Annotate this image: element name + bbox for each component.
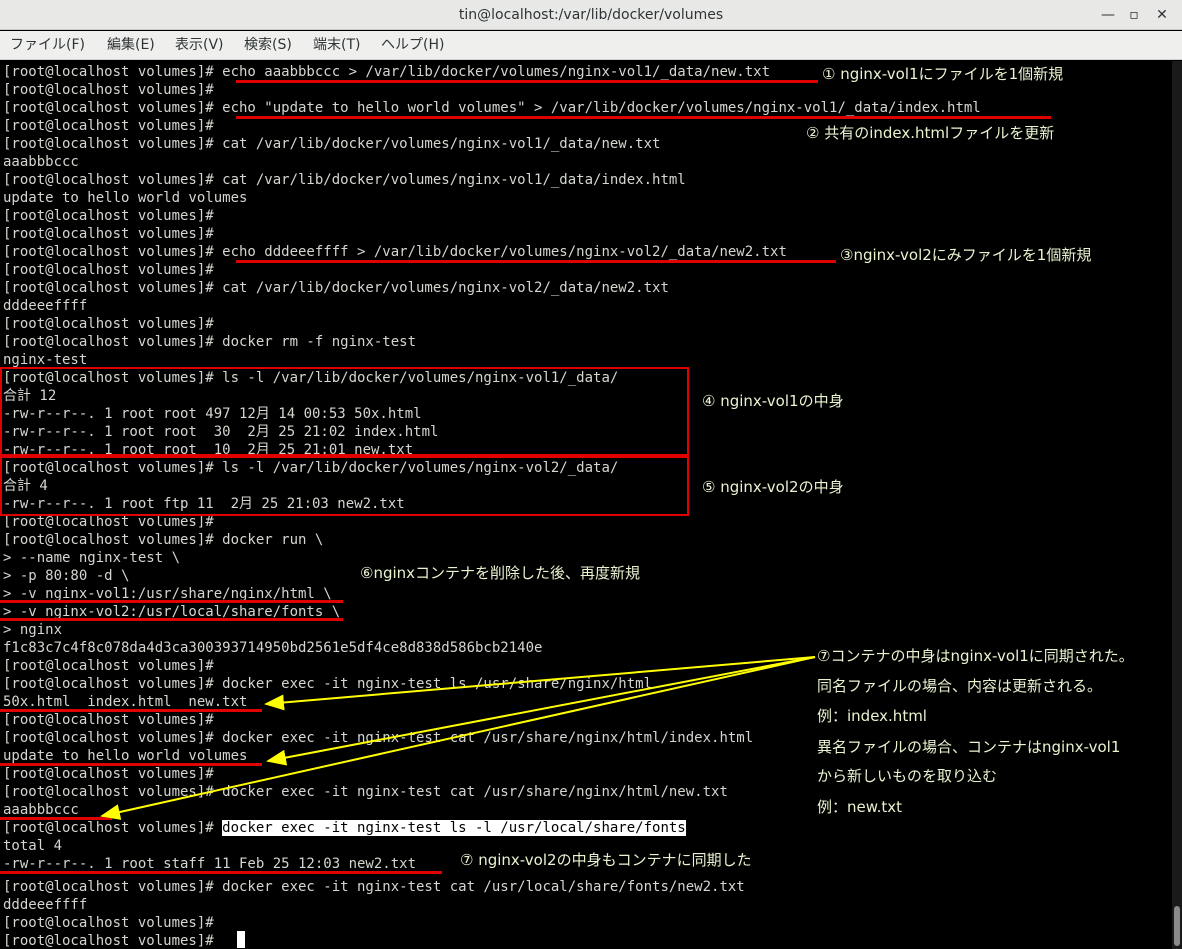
terminal-line: [root@localhost volumes]# cat /var/lib/d… (3, 172, 686, 188)
selected-command[interactable]: docker exec -it nginx-test ls -l /usr/lo… (222, 820, 686, 836)
terminal-line: [root@localhost volumes]# (3, 208, 214, 224)
minimize-icon[interactable]: — (1098, 5, 1118, 25)
terminal-line: [root@localhost volumes]# (3, 658, 214, 674)
terminal-line: dddeeeffff (3, 298, 88, 314)
menu-file[interactable]: ファイル(F) (10, 31, 85, 60)
annotation-8: ⑦ nginx-vol2の中身もコンテナに同期した (460, 851, 752, 869)
menu-help[interactable]: ヘルプ(H) (381, 31, 444, 60)
prompt-text: [root@localhost volumes]# (3, 820, 223, 836)
terminal-line: [root@localhost volumes]# docker exec -i… (3, 879, 745, 895)
close-icon[interactable]: ✕ (1152, 5, 1172, 25)
annotation-4: ④ nginx-vol1の中身 (702, 392, 844, 410)
terminal-line: [root@localhost volumes]# (3, 933, 223, 949)
menu-terminal[interactable]: 端末(T) (313, 31, 360, 60)
menu-bar: ファイル(F) 編集(E) 表示(V) 検索(S) 端末(T) ヘルプ(H) (0, 31, 1182, 60)
box-vol1-listing (0, 367, 689, 456)
underline-vol2-mount (0, 618, 343, 621)
box-vol2-listing (0, 456, 689, 516)
maximize-icon[interactable]: ▫ (1124, 5, 1144, 25)
annotation-3: ③nginx-vol2にみファイルを1個新規 (840, 246, 1092, 264)
terminal-line: [root@localhost volumes]# (3, 82, 214, 98)
terminal-line: [root@localhost volumes]# docker run \ (3, 532, 324, 548)
terminal-line: [root@localhost volumes]# echo "update t… (3, 100, 981, 116)
terminal-line: [root@localhost volumes]# (3, 262, 214, 278)
terminal-line: total 4 (3, 838, 63, 854)
terminal-line: [root@localhost volumes]# (3, 915, 214, 931)
underline-cmd-1 (236, 80, 818, 83)
text-cursor (237, 931, 245, 948)
scrollbar-thumb[interactable] (1174, 906, 1180, 946)
terminal-line: [root@localhost volumes]# docker exec -i… (3, 730, 754, 746)
terminal-line: [root@localhost volumes]# (3, 766, 214, 782)
underline-new-output (0, 817, 112, 820)
annotation-1: ① nginx-vol1にファイルを1個新規 (822, 65, 1064, 83)
title-bar: tin@localhost:/var/lib/docker/volumes — … (0, 0, 1182, 30)
terminal-line: [root@localhost volumes]# cat /var/lib/d… (3, 136, 661, 152)
terminal-line: [root@localhost volumes]# docker exec -i… (3, 676, 653, 692)
underline-cmd-3 (236, 260, 836, 263)
terminal-line: [root@localhost volumes]# (3, 712, 214, 728)
terminal-line: [root@localhost volumes]# (3, 226, 214, 242)
annotation-7-line: ⑦コンテナの中身はnginx-vol1に同期された。 (817, 647, 1134, 665)
terminal-line: [root@localhost volumes]# (3, 316, 214, 332)
terminal-line: [root@localhost volumes]# docker rm -f n… (3, 334, 417, 350)
annotation-7-line: 異名ファイルの場合、コンテナはnginx-vol1 (817, 738, 1121, 756)
window-title: tin@localhost:/var/lib/docker/volumes (458, 7, 724, 23)
menu-view[interactable]: 表示(V) (175, 31, 224, 60)
terminal-line: [root@localhost volumes]# cat /var/lib/d… (3, 280, 669, 296)
menu-edit[interactable]: 編集(E) (107, 31, 155, 60)
annotation-7-line: 同名ファイルの場合、内容は更新される。 (817, 677, 1103, 695)
underline-index-output (0, 763, 262, 766)
terminal-line: [root@localhost volumes]# docker exec -i… (3, 784, 728, 800)
terminal-line: f1c83c7c4f8c078da4d3ca300393714950bd2561… (3, 640, 543, 656)
underline-cmd-2 (236, 116, 1051, 119)
annotation-7-line: 例：index.html (817, 707, 927, 725)
terminal-line: > nginx (3, 622, 63, 638)
terminal-line: aaabbbccc (3, 154, 79, 170)
terminal-line: [root@localhost volumes]# (3, 118, 214, 134)
terminal-line: > --name nginx-test \ (3, 550, 181, 566)
annotation-7-line: から新しいものを取り込む (817, 767, 998, 785)
menu-search[interactable]: 検索(S) (244, 31, 292, 60)
scrollbar[interactable] (1172, 61, 1182, 949)
terminal-line: > -p 80:80 -d \ (3, 568, 130, 584)
annotation-7-line: 例：new.txt (817, 798, 903, 816)
terminal-line: dddeeeffff (3, 897, 88, 913)
underline-vol1-mount (0, 600, 343, 603)
terminal-line: [root@localhost volumes]# echo dddeeefff… (3, 244, 787, 260)
terminal-line: [root@localhost volumes]# echo aaabbbccc… (3, 64, 771, 80)
terminal-line: [root@localhost volumes]# docker exec -i… (3, 819, 686, 837)
underline-new2-output (0, 871, 442, 874)
annotation-2: ② 共有のindex.htmlファイルを更新 (806, 124, 1055, 142)
underline-ls-output (0, 709, 262, 712)
annotation-5: ⑤ nginx-vol2の中身 (702, 478, 844, 496)
annotation-6: ⑥nginxコンテナを削除した後、再度新規 (360, 564, 641, 582)
terminal-line: update to hello world volumes (3, 190, 248, 206)
